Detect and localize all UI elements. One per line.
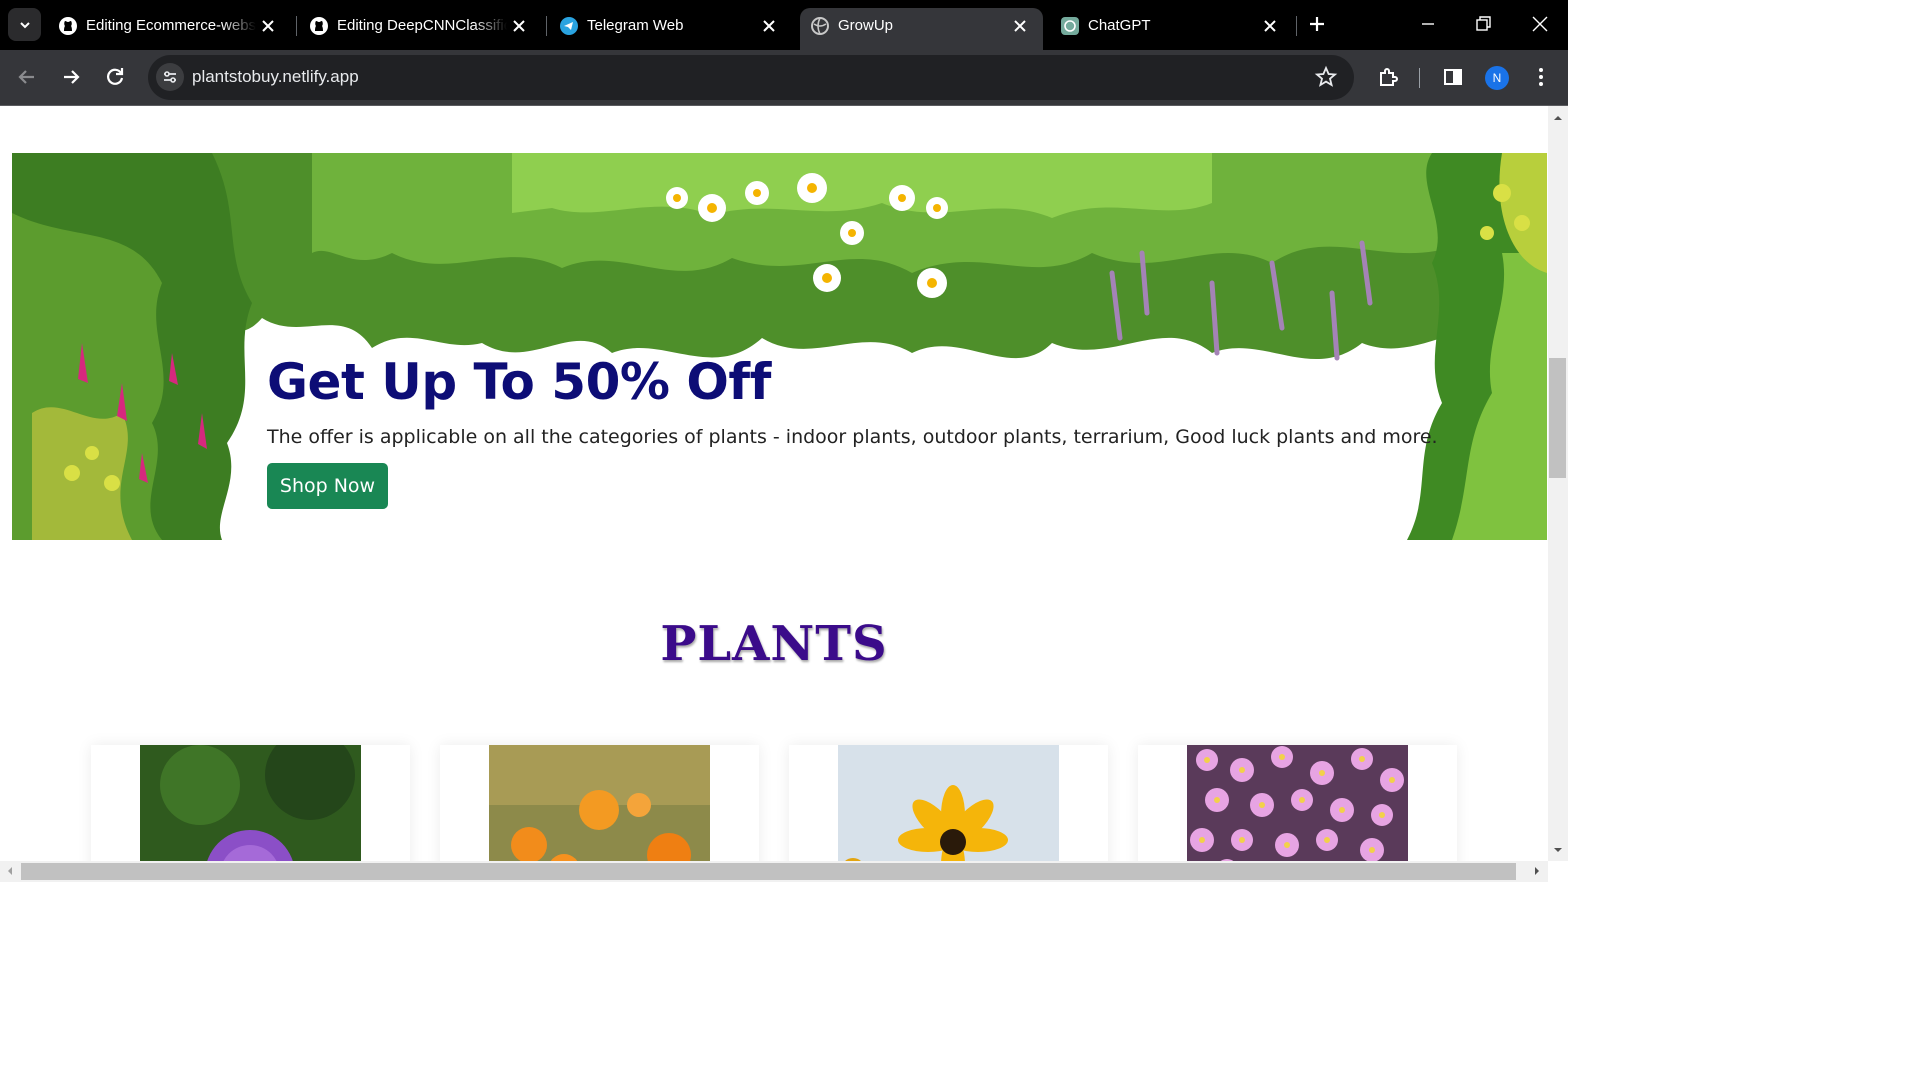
reload-icon[interactable] (102, 64, 128, 90)
tab-growup[interactable]: GrowUp (800, 8, 1043, 50)
tab-strip: Editing Ecommerce-webs Editing DeepCNNCl… (0, 0, 1568, 50)
vertical-scrollbar-thumb[interactable] (1549, 358, 1566, 478)
close-icon[interactable] (510, 17, 528, 35)
tab-editing-ecommerce[interactable]: Editing Ecommerce-webs (48, 8, 291, 50)
profile-avatar[interactable]: N (1485, 66, 1509, 90)
github-icon (59, 17, 77, 35)
telegram-icon (560, 17, 578, 35)
plus-icon[interactable] (1305, 12, 1329, 36)
hero-title: Get Up To 50% Off (267, 353, 771, 411)
plant-card[interactable] (1138, 745, 1457, 861)
close-icon[interactable] (1261, 17, 1279, 35)
site-info-button[interactable] (156, 63, 184, 91)
tab-title: GrowUp (838, 17, 894, 34)
address-bar[interactable]: plantstobuy.netlify.app (148, 55, 1354, 100)
hero-description: The offer is applicable on all the categ… (267, 426, 1438, 448)
tab-telegram[interactable]: Telegram Web (549, 8, 792, 50)
plant-card[interactable] (440, 745, 759, 861)
hero-banner: Get Up To 50% Off The offer is applicabl… (12, 153, 1547, 540)
chatgpt-icon (1061, 17, 1079, 35)
plant-image-black-eyed-susan[interactable] (838, 745, 1059, 861)
bookmark-star-icon[interactable] (1314, 65, 1338, 89)
restore-icon[interactable] (1471, 12, 1495, 36)
plant-image-aster[interactable] (1187, 745, 1408, 861)
globe-icon (811, 17, 829, 35)
tab-search-button[interactable] (8, 8, 41, 41)
close-icon[interactable] (1011, 17, 1029, 35)
vertical-scrollbar-track[interactable] (1548, 106, 1568, 861)
hanging-plants-image (12, 153, 1547, 540)
tab-separator (546, 16, 547, 36)
scroll-down-arrow-icon[interactable] (1552, 844, 1564, 856)
page-viewport: Get Up To 50% Off The offer is applicabl… (0, 106, 1548, 861)
tab-separator (296, 16, 297, 36)
close-window-icon[interactable] (1528, 12, 1552, 36)
tune-icon (164, 71, 176, 83)
tab-title: ChatGPT (1088, 17, 1151, 34)
side-panel-icon[interactable] (1440, 64, 1466, 90)
extensions-icon[interactable] (1375, 64, 1401, 90)
plant-image-calendula[interactable] (489, 745, 710, 861)
github-icon (310, 17, 328, 35)
tab-editing-deepcnn[interactable]: Editing DeepCNNClassific (299, 8, 542, 50)
hero-content: Get Up To 50% Off The offer is applicabl… (267, 353, 1467, 509)
browser-toolbar: plantstobuy.netlify.app (0, 50, 1568, 106)
close-icon[interactable] (259, 17, 277, 35)
scroll-up-arrow-icon[interactable] (1552, 112, 1564, 124)
toolbar-divider (1419, 68, 1420, 88)
plants-section-title: PLANTS (660, 616, 888, 672)
tab-chatgpt[interactable]: ChatGPT (1050, 8, 1293, 50)
plant-card[interactable] (789, 745, 1108, 861)
scroll-right-arrow-icon[interactable] (1531, 865, 1543, 877)
chevron-down-icon (19, 21, 30, 28)
back-arrow-icon[interactable] (14, 64, 40, 90)
plant-image-allium[interactable] (140, 745, 361, 861)
shop-now-button[interactable]: Shop Now (267, 463, 388, 509)
minimize-icon[interactable] (1416, 12, 1440, 36)
tab-separator (1296, 16, 1297, 36)
scroll-left-arrow-icon[interactable] (4, 865, 16, 877)
url-text: plantstobuy.netlify.app (192, 67, 359, 86)
close-icon[interactable] (760, 17, 778, 35)
tab-title: Editing Ecommerce-webs (86, 17, 256, 34)
tab-title: Editing DeepCNNClassific (337, 17, 507, 34)
tab-title: Telegram Web (587, 17, 684, 34)
horizontal-scrollbar-thumb[interactable] (21, 863, 1516, 880)
plant-card[interactable] (91, 745, 410, 861)
more-menu-icon[interactable] (1528, 64, 1554, 90)
forward-arrow-icon[interactable] (58, 64, 84, 90)
